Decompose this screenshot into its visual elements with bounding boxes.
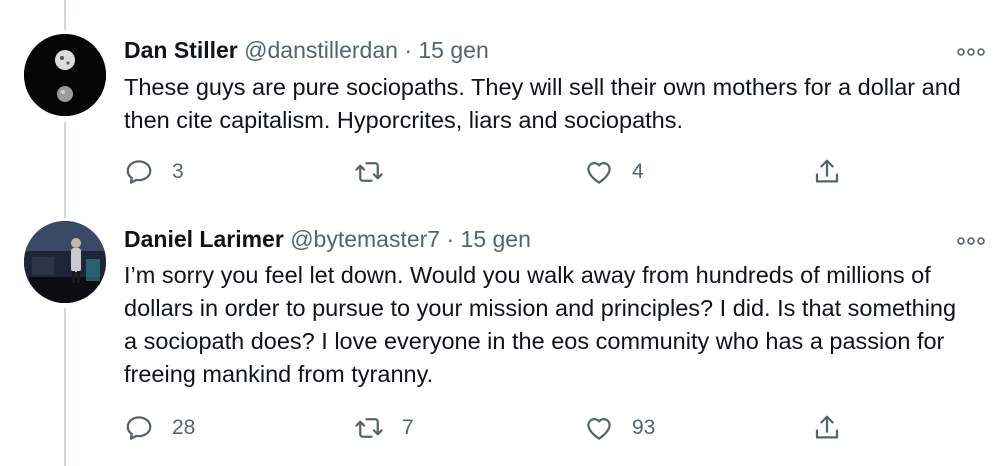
share-button[interactable] [812,410,842,446]
tweet-actions: 3 4 [124,154,864,190]
timestamp[interactable]: 15 gen [418,37,488,63]
retweet-count: 7 [402,416,414,439]
reply-button[interactable]: 3 [124,154,184,190]
timestamp[interactable]: 15 gen [461,226,531,252]
tweet-header: Dan Stiller @danstillerdan · 15 gen [124,36,489,64]
more-button[interactable] [956,233,986,245]
like-count: 93 [632,416,656,439]
more-icon [957,48,985,56]
like-button[interactable]: 4 [584,154,644,190]
author-name[interactable]: Daniel Larimer [124,226,284,252]
avatar[interactable] [24,221,106,303]
tweet-header: Daniel Larimer @bytemaster7 · 15 gen [124,225,531,253]
like-count: 4 [632,160,644,183]
avatar[interactable] [24,34,106,116]
tweet[interactable]: Daniel Larimer @bytemaster7 · 15 gen I’m… [0,200,998,466]
retweet-icon [355,418,383,438]
reply-button[interactable]: 28 [124,410,195,446]
avatar-image [24,34,106,116]
author-handle[interactable]: @bytemaster7 [290,226,440,252]
reply-icon [126,416,152,440]
separator-dot: · [446,226,455,252]
more-button[interactable] [956,44,986,56]
heart-icon [587,418,611,440]
share-icon [815,159,839,183]
tweet-text: These guys are pure sociopaths. They wil… [124,74,961,133]
reply-icon [126,160,152,184]
retweet-button[interactable] [354,154,402,190]
reply-count: 28 [172,416,196,439]
more-icon [957,237,985,245]
retweet-icon [355,162,383,182]
tweet[interactable]: Dan Stiller @danstillerdan · 15 gen Thes… [0,0,998,200]
retweet-button[interactable]: 7 [354,410,414,446]
heart-icon [587,162,611,184]
like-button[interactable]: 93 [584,410,655,446]
share-icon [815,415,839,439]
author-handle[interactable]: @danstillerdan [244,37,398,63]
reply-count: 3 [172,160,184,183]
share-button[interactable] [812,154,842,190]
avatar-image [24,221,106,303]
tweet-text: I’m sorry you feel let down. Would you w… [124,262,957,387]
author-name[interactable]: Dan Stiller [124,37,238,63]
tweet-actions: 28 7 93 [124,410,864,446]
separator-dot: · [404,37,412,63]
